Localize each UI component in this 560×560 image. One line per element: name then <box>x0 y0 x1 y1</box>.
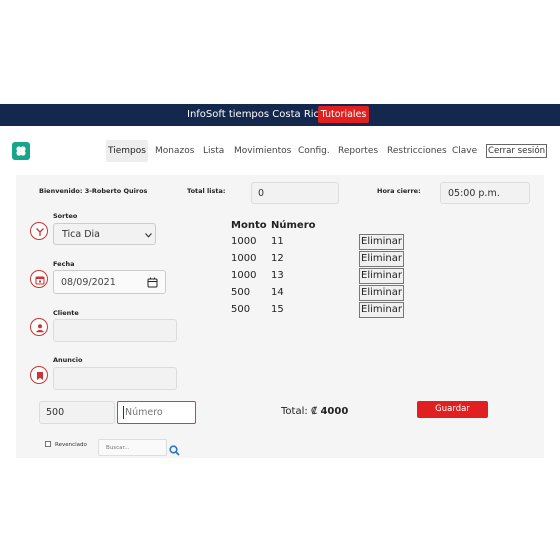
sorteo-icon <box>30 222 48 240</box>
fecha-input[interactable]: 08/09/2021 <box>53 270 166 294</box>
calendar-icon <box>30 270 48 288</box>
total-value: 4000 <box>320 406 349 417</box>
numero-input[interactable]: Número <box>117 401 196 424</box>
hora-cierre-value: 05:00 p.m. <box>448 188 500 199</box>
numero-header: Número <box>271 220 316 231</box>
sorteo-value: Tica Dia <box>62 229 100 240</box>
numero-placeholder: Número <box>125 407 163 418</box>
row-numero: 14 <box>271 287 284 298</box>
nav-restricciones[interactable]: Restricciones <box>387 140 447 162</box>
revenciado-label: Revenciado <box>55 442 87 448</box>
nav-tiempos[interactable]: Tiempos <box>106 140 148 162</box>
amount-value: 500 <box>46 407 65 418</box>
total-lista-field: 0 <box>251 182 339 204</box>
fecha-value: 08/09/2021 <box>61 277 116 288</box>
row-monto: 500 <box>231 304 251 315</box>
nav-clave[interactable]: Clave <box>452 140 477 162</box>
revenciado-checkbox[interactable] <box>45 441 51 447</box>
sorteo-label: Sorteo <box>53 212 78 220</box>
row-monto: 500 <box>231 287 251 298</box>
anuncio-input[interactable] <box>53 367 177 390</box>
row-monto: 1000 <box>231 270 257 281</box>
row-monto: 1000 <box>231 253 257 264</box>
total-lista-value: 0 <box>258 188 265 199</box>
calendar-picker-icon[interactable] <box>147 277 158 288</box>
monto-header: Monto <box>231 220 267 231</box>
hora-cierre-field: 05:00 p.m. <box>440 182 530 204</box>
row-numero: 11 <box>271 236 284 247</box>
cliente-label: Cliente <box>53 309 79 317</box>
cliente-input[interactable] <box>53 319 177 342</box>
total-lista-label: Total lista: <box>187 187 226 195</box>
row-numero: 13 <box>271 270 284 281</box>
save-button[interactable]: Guardar <box>417 401 488 418</box>
delete-button[interactable]: Eliminar <box>359 285 404 301</box>
total-display: Total: ₡ 4000 <box>281 406 348 417</box>
delete-button[interactable]: Eliminar <box>359 251 404 267</box>
tutorials-button[interactable]: Tutoriales <box>318 106 369 123</box>
delete-button[interactable]: Eliminar <box>359 234 404 250</box>
fecha-label: Fecha <box>53 260 75 268</box>
row-numero: 15 <box>271 304 284 315</box>
row-numero: 12 <box>271 253 284 264</box>
nav-monazos[interactable]: Monazos <box>155 140 194 162</box>
search-icon[interactable] <box>169 441 180 456</box>
welcome-text: Bienvenido: 3-Roberto Quiros <box>39 187 148 195</box>
app-title: InfoSoft tiempos Costa Rica <box>187 109 326 120</box>
hora-cierre-label: Hora cierre: <box>377 187 421 195</box>
nav-movimientos[interactable]: Movimientos <box>234 140 291 162</box>
logout-button[interactable]: Cerrar sesión <box>486 144 547 158</box>
nav-reportes[interactable]: Reportes <box>338 140 378 162</box>
clover-logo-icon[interactable] <box>12 142 30 160</box>
chevron-down-icon <box>145 233 152 238</box>
text-cursor <box>123 406 124 419</box>
nav-lista[interactable]: Lista <box>203 140 224 162</box>
anuncio-label: Anuncio <box>53 356 83 364</box>
search-placeholder: Buscar... <box>106 445 130 451</box>
clover-icon <box>16 146 26 156</box>
amount-input[interactable]: 500 <box>39 401 115 424</box>
sorteo-select[interactable]: Tica Dia <box>53 223 156 245</box>
search-input[interactable]: Buscar... <box>98 439 167 456</box>
row-monto: 1000 <box>231 236 257 247</box>
delete-button[interactable]: Eliminar <box>359 268 404 284</box>
user-icon <box>30 318 48 336</box>
bookmark-icon <box>30 366 48 384</box>
total-prefix: Total: ₡ <box>281 406 318 417</box>
delete-button[interactable]: Eliminar <box>359 302 404 318</box>
nav-config[interactable]: Config. <box>298 140 330 162</box>
